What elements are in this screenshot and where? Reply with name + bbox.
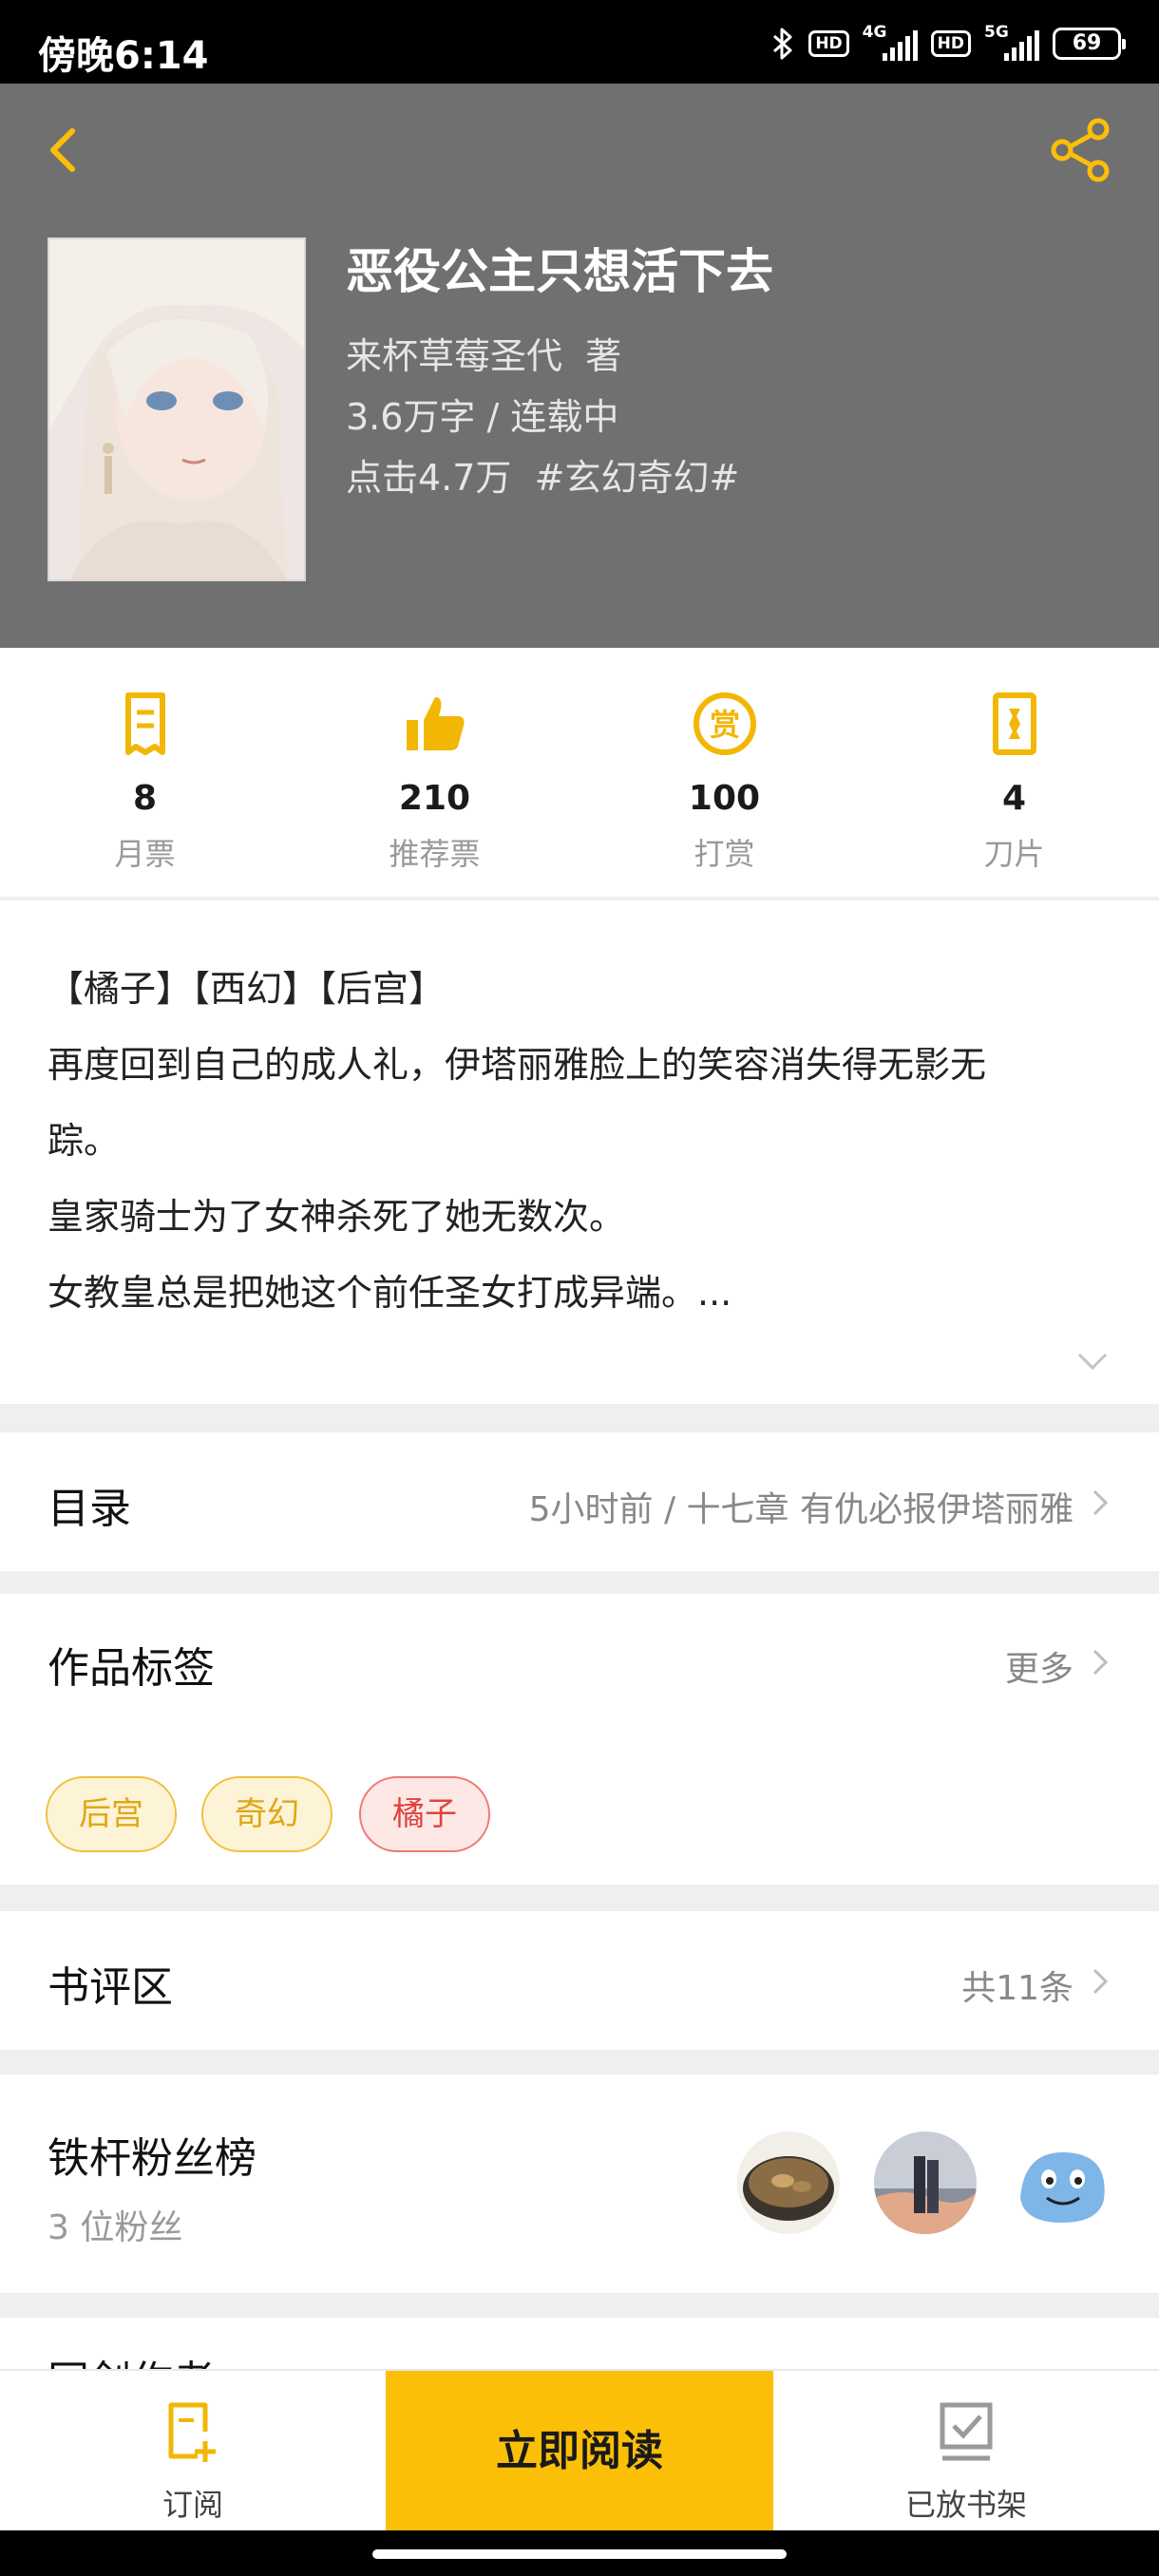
stat-monthly-ticket[interactable]: 8 月票 <box>0 648 290 897</box>
bookshelf-check-icon <box>940 2402 993 2461</box>
reviews-title: 书评区 <box>48 1963 173 2012</box>
desc-line: 再度回到自己的成人礼，伊塔丽雅脸上的笑容消失得无影无 <box>48 1044 987 1086</box>
tag-chip[interactable]: 后宫 <box>46 1776 177 1852</box>
stats-row: 8 月票 210 推荐票 赏 100 打赏 4 刀片 <box>0 648 1159 899</box>
monthly-ticket-icon <box>124 692 165 755</box>
tag-chip[interactable]: 橘子 <box>359 1776 490 1852</box>
book-description[interactable]: 【橘子】【西幻】【后宫】 再度回到自己的成人礼，伊塔丽雅脸上的笑容消失得无影无 … <box>0 900 1159 1404</box>
stat-value: 210 <box>398 779 471 818</box>
tag-chip[interactable]: 奇幻 <box>201 1776 332 1852</box>
reward-coin-icon: 赏 <box>693 692 756 755</box>
thumbs-up-icon <box>406 697 464 750</box>
book-header: 恶役公主只想活下去 来杯草莓圣代 著 3.6万字 / 连载中 点击4.7万 #玄… <box>0 84 1159 648</box>
word-count: 3.6万字 <box>346 396 476 438</box>
click-count: 点击4.7万 <box>346 457 512 499</box>
stat-label: 推荐票 <box>389 836 481 872</box>
avatar[interactable] <box>874 2131 977 2234</box>
share-icon[interactable] <box>1045 114 1117 186</box>
status-icons: HD 4G HD 5G 69 <box>770 23 1126 61</box>
desc-line: 踪。 <box>48 1120 121 1162</box>
hd-badge-2: HD <box>930 30 971 57</box>
author-suffix: 著 <box>585 335 622 377</box>
toc-row[interactable]: 目录 5小时前 / 十七章 有仇必报伊塔丽雅 <box>0 1432 1159 1571</box>
genre-tag[interactable]: #玄幻奇幻# <box>535 457 740 499</box>
hd-badge: HD <box>808 30 849 57</box>
system-nav-bar <box>0 2530 1159 2576</box>
fans-title: 铁杆粉丝榜 <box>48 2134 256 2183</box>
serial-status: 连载中 <box>510 396 619 438</box>
stat-value: 8 <box>132 779 158 818</box>
back-icon[interactable] <box>36 116 93 182</box>
stat-value: 4 <box>1001 779 1027 818</box>
stat-label: 月票 <box>114 836 176 872</box>
clicks-genre: 点击4.7万 #玄幻奇幻# <box>346 448 739 501</box>
book-cover[interactable] <box>48 237 306 581</box>
chevron-right-icon <box>1092 1489 1109 1516</box>
word-count-status: 3.6万字 / 连载中 <box>346 396 619 438</box>
svg-text:赏: 赏 <box>709 707 739 743</box>
author-name[interactable]: 来杯草莓圣代 <box>346 335 562 377</box>
tags-section: 作品标签 更多 后宫 奇幻 橘子 <box>0 1594 1159 1885</box>
desc-line: 女教皇总是把她这个前任圣女打成异端。... <box>48 1272 732 1314</box>
avatar[interactable] <box>737 2131 840 2234</box>
battery-icon: 69 <box>1053 28 1126 60</box>
reviews-row[interactable]: 书评区 共11条 <box>0 1911 1159 2050</box>
on-shelf-label: 已放书架 <box>904 2487 1027 2523</box>
stat-label: 刀片 <box>983 836 1045 872</box>
stat-label: 打赏 <box>694 836 755 872</box>
toc-title: 目录 <box>48 1485 131 1533</box>
desc-line: 【橘子】【西幻】【后宫】 <box>48 968 446 1010</box>
stat-blade[interactable]: 4 刀片 <box>869 648 1159 897</box>
status-bar: 傍晚6:14 HD 4G HD 5G 69 <box>0 0 1159 84</box>
subscribe-icon <box>168 2402 216 2462</box>
desc-line: 皇家骑士为了女神杀死了她无数次。 <box>48 1196 626 1238</box>
avatar[interactable] <box>1011 2131 1113 2234</box>
chevron-right-icon <box>1092 1968 1109 1995</box>
book-title: 恶役公主只想活下去 <box>346 244 773 299</box>
tags-title: 作品标签 <box>48 1644 215 1693</box>
chevron-down-icon[interactable] <box>1074 1347 1112 1375</box>
tags-more-link[interactable]: 更多 <box>1005 1641 1074 1691</box>
subscribe-label: 订阅 <box>162 2487 223 2523</box>
reviews-count: 共11条 <box>961 1969 1074 2008</box>
next-section-peek: 同剑作者 <box>0 2318 1159 2375</box>
stat-recommend[interactable]: 210 推荐票 <box>290 648 580 897</box>
status-time: 傍晚6:14 <box>38 34 209 78</box>
toc-latest-chapter: 5小时前 / 十七章 有仇必报伊塔丽雅 <box>528 1490 1074 1529</box>
bottom-action-bar: 订阅 立即阅读 已放书架 <box>0 2369 1159 2532</box>
author-line[interactable]: 来杯草莓圣代 著 <box>346 327 621 379</box>
chevron-right-icon[interactable] <box>1091 1645 1112 1679</box>
bluetooth-icon <box>773 28 792 60</box>
stat-value: 100 <box>688 779 761 818</box>
on-shelf-button[interactable]: 已放书架 <box>773 2371 1159 2532</box>
stat-reward[interactable]: 赏 100 打赏 <box>580 648 869 897</box>
read-now-button[interactable]: 立即阅读 <box>386 2371 773 2532</box>
blade-icon <box>992 692 1036 755</box>
subscribe-button[interactable]: 订阅 <box>0 2371 386 2532</box>
signal-5g-icon: 5G <box>984 23 1039 61</box>
fans-count: 3 位粉丝 <box>48 2208 183 2247</box>
home-indicator[interactable] <box>372 2549 787 2559</box>
signal-4g-icon: 4G <box>863 23 918 61</box>
cover-illustration <box>49 239 304 579</box>
fans-section[interactable]: 铁杆粉丝榜 3 位粉丝 <box>0 2074 1159 2293</box>
